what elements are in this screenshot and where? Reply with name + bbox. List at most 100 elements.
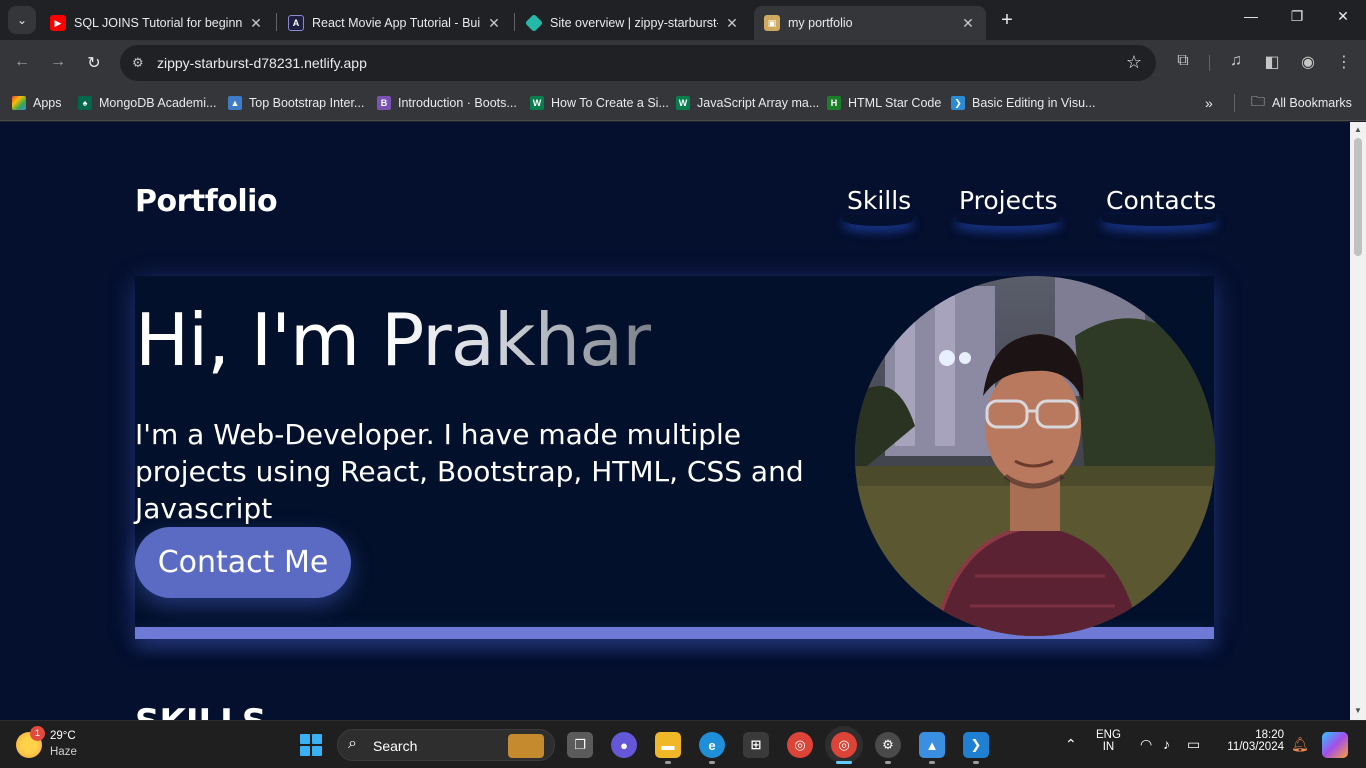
bookmarks-divider	[1234, 94, 1235, 112]
bookmark-mongodb[interactable]: ♠ MongoDB Academi...	[78, 92, 216, 114]
scrollbar-thumb[interactable]	[1354, 138, 1362, 256]
address-bar[interactable]: ⚙ zippy-starburst-d78231.netlify.app ☆	[120, 45, 1156, 81]
tab-my-portfolio[interactable]: ▣ my portfolio ✕	[754, 6, 986, 40]
profile-photo	[855, 276, 1215, 636]
bookmark-star-icon[interactable]: ☆	[1126, 52, 1142, 73]
scroll-up-icon[interactable]: ▲	[1350, 125, 1366, 134]
nav-glow	[1102, 214, 1216, 226]
tab-divider	[276, 13, 277, 31]
close-icon[interactable]: ✕	[248, 15, 264, 32]
bookmarks-bar: Apps ♠ MongoDB Academi... ▲ Top Bootstra…	[0, 86, 1366, 121]
tab-search-button[interactable]: ⌄	[8, 6, 36, 34]
forward-button[interactable]: →	[47, 53, 69, 71]
weather-temperature: 29°C	[50, 730, 76, 742]
taskbar-search[interactable]: ⌕ Search	[337, 729, 555, 761]
bookmarks-overflow-icon[interactable]: »	[1205, 92, 1213, 114]
tab-strip: ⌄ ▶ SQL JOINS Tutorial for beginners ✕ A…	[0, 0, 1366, 40]
hero-name: Prakhar	[380, 298, 652, 382]
toolbar-divider	[1209, 55, 1210, 71]
contact-me-button[interactable]: Contact Me	[135, 527, 351, 598]
store-icon[interactable]: ⊞	[743, 732, 769, 758]
site-info-icon[interactable]: ⚙	[132, 55, 144, 71]
reload-button[interactable]: ↻	[83, 53, 105, 73]
close-icon[interactable]: ✕	[724, 15, 740, 32]
running-indicator	[885, 761, 891, 764]
close-window-button[interactable]: ✕	[1328, 8, 1358, 25]
bookmark-js-array[interactable]: W JavaScript Array ma...	[676, 92, 819, 114]
meet-chat-icon[interactable]: ●	[611, 732, 637, 758]
bookmark-vscode-editing[interactable]: ❯ Basic Editing in Visu...	[951, 92, 1095, 114]
nav-skills-link[interactable]: Skills	[847, 186, 911, 215]
scroll-down-icon[interactable]: ▼	[1350, 706, 1366, 715]
hero-greeting: Hi, I'm	[135, 298, 381, 382]
html-h-icon: H	[827, 96, 841, 110]
bookmark-apps[interactable]: Apps	[12, 92, 62, 114]
bookmark-html-star[interactable]: H HTML Star Code	[827, 92, 941, 114]
running-indicator	[973, 761, 979, 764]
react-icon: A	[288, 15, 304, 31]
nav-glow	[956, 214, 1060, 226]
browser-toolbar: ← → ↻ ⚙ zippy-starburst-d78231.netlify.a…	[0, 40, 1366, 86]
profile-avatar-icon[interactable]: ◉	[1297, 52, 1319, 72]
w3schools-icon: W	[676, 96, 690, 110]
bookmark-how-to-create[interactable]: W How To Create a Si...	[530, 92, 669, 114]
profile-photo-illustration	[855, 276, 1215, 636]
windows-taskbar: 1 29°C Haze ⌕ Search ❐ ● ▬ e ⊞ ◎ ◎ ⚙ ▲ ❯…	[0, 720, 1366, 768]
bootstrap-icon: B	[377, 96, 391, 110]
close-icon[interactable]: ✕	[486, 15, 502, 32]
minimize-button[interactable]: —	[1236, 8, 1266, 24]
tab-react-movie[interactable]: A React Movie App Tutorial - Build ✕	[278, 6, 512, 40]
search-icon: ⌕	[348, 735, 357, 752]
menu-dots-icon[interactable]: ⋮	[1333, 52, 1355, 72]
chrome-icon[interactable]: ◎	[787, 732, 813, 758]
tab-sql-joins[interactable]: ▶ SQL JOINS Tutorial for beginners ✕	[40, 6, 274, 40]
chevron-down-icon: ⌄	[16, 13, 28, 27]
edge-icon[interactable]: e	[699, 732, 725, 758]
page-scrollbar[interactable]: ▲ ▼	[1350, 122, 1366, 720]
photos-icon[interactable]: ▲	[919, 732, 945, 758]
weather-badge: 1	[30, 726, 45, 741]
nav-contacts-link[interactable]: Contacts	[1106, 186, 1216, 215]
extensions-icon[interactable]: ⧉	[1172, 52, 1194, 70]
hero-heading: Hi, I'm Prakhar	[135, 298, 652, 382]
running-indicator	[665, 761, 671, 764]
search-highlight-image	[508, 734, 544, 758]
media-controls-icon[interactable]: ♫	[1225, 52, 1247, 70]
notification-bell-icon[interactable]: 🔔︎	[1291, 736, 1309, 753]
copilot-icon[interactable]	[1322, 732, 1348, 758]
site-brand[interactable]: Portfolio	[135, 184, 278, 219]
skills-section-heading: SKILLS	[135, 702, 266, 720]
hero-intro: I'm a Web-Developer. I have made multipl…	[135, 418, 804, 525]
bookmark-bootstrap-intro[interactable]: B Introduction · Boots...	[377, 92, 517, 114]
back-button[interactable]: ←	[11, 53, 33, 71]
youtube-icon: ▶	[50, 15, 66, 31]
battery-icon[interactable]: ▭	[1187, 736, 1200, 753]
vscode-taskbar-icon[interactable]: ❯	[963, 732, 989, 758]
running-indicator	[709, 761, 715, 764]
task-view-icon[interactable]: ❐	[567, 732, 593, 758]
language-indicator[interactable]: ENG IN	[1096, 729, 1121, 753]
folder-icon: 🗀	[1251, 93, 1265, 109]
nav-projects-link[interactable]: Projects	[959, 186, 1058, 215]
chrome-profile-icon[interactable]: ◎	[831, 732, 857, 758]
new-tab-button[interactable]: +	[996, 9, 1018, 31]
side-panel-icon[interactable]: ◧	[1261, 52, 1283, 72]
settings-icon[interactable]: ⚙	[875, 732, 901, 758]
portfolio-page: Portfolio Skills Projects Contacts Hi, I…	[0, 122, 1350, 720]
close-icon[interactable]: ✕	[960, 15, 976, 32]
running-indicator	[929, 761, 935, 764]
file-explorer-icon[interactable]: ▬	[655, 732, 681, 758]
start-button[interactable]	[300, 734, 322, 756]
mountain-icon: ▲	[228, 96, 242, 110]
all-bookmarks[interactable]: 🗀 All Bookmarks	[1234, 92, 1352, 114]
tab-site-overview[interactable]: Site overview | zippy-starburst-d ✕	[516, 6, 750, 40]
netlify-icon	[524, 13, 544, 33]
tab-divider	[514, 13, 515, 31]
tray-overflow-icon[interactable]: ⌃	[1065, 736, 1077, 753]
bookmark-bootstrap-interview[interactable]: ▲ Top Bootstrap Inter...	[228, 92, 364, 114]
volume-icon[interactable]: ♪	[1163, 736, 1170, 752]
wifi-icon[interactable]: ◠	[1140, 736, 1152, 753]
restore-button[interactable]: ❐	[1282, 8, 1312, 25]
clock[interactable]: 18:20 11/03/2024	[1220, 729, 1284, 753]
vscode-icon: ❯	[951, 96, 965, 110]
